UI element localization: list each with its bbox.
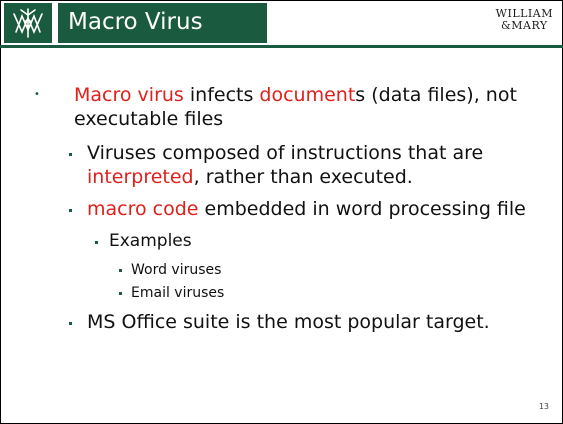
bullet-macro-virus-cont: executable files: [74, 108, 224, 130]
bullet-dot-icon: •: [34, 89, 40, 100]
bullet-macro-code: macro code embedded in word processing f…: [87, 197, 526, 221]
bullet-ms-office: MS Office suite is the most popular targ…: [87, 311, 490, 333]
term-interpreted: interpreted: [87, 166, 194, 188]
text-rather-executed: , rather than executed.: [193, 166, 413, 188]
text-infects: infects: [183, 84, 260, 106]
square-bullet-icon: [119, 292, 122, 295]
bullet-macro-virus: Macro virus infects documents (data file…: [74, 83, 517, 107]
square-bullet-icon: [69, 209, 72, 212]
bullet-email-viruses: Email viruses: [131, 285, 225, 301]
square-bullet-icon: [69, 153, 72, 156]
text-data-files: s (data files), not: [355, 84, 517, 106]
bullet-word-viruses: Word viruses: [131, 262, 222, 278]
slide-content: • Macro virus infects documents (data fi…: [0, 0, 563, 424]
bullet-viruses-composed-cont: interpreted, rather than executed.: [87, 165, 413, 189]
text-embedded: embedded in word processing file: [198, 198, 526, 220]
bullet-viruses-composed: Viruses composed of instructions that ar…: [87, 142, 484, 164]
square-bullet-icon: [95, 241, 98, 244]
term-macro-virus: Macro virus: [74, 84, 184, 106]
square-bullet-icon: [69, 322, 72, 325]
bullet-examples: Examples: [109, 231, 192, 251]
square-bullet-icon: [119, 269, 122, 272]
page-number: 13: [538, 402, 549, 411]
term-macro-code: macro code: [87, 198, 199, 220]
term-document: document: [259, 84, 356, 106]
